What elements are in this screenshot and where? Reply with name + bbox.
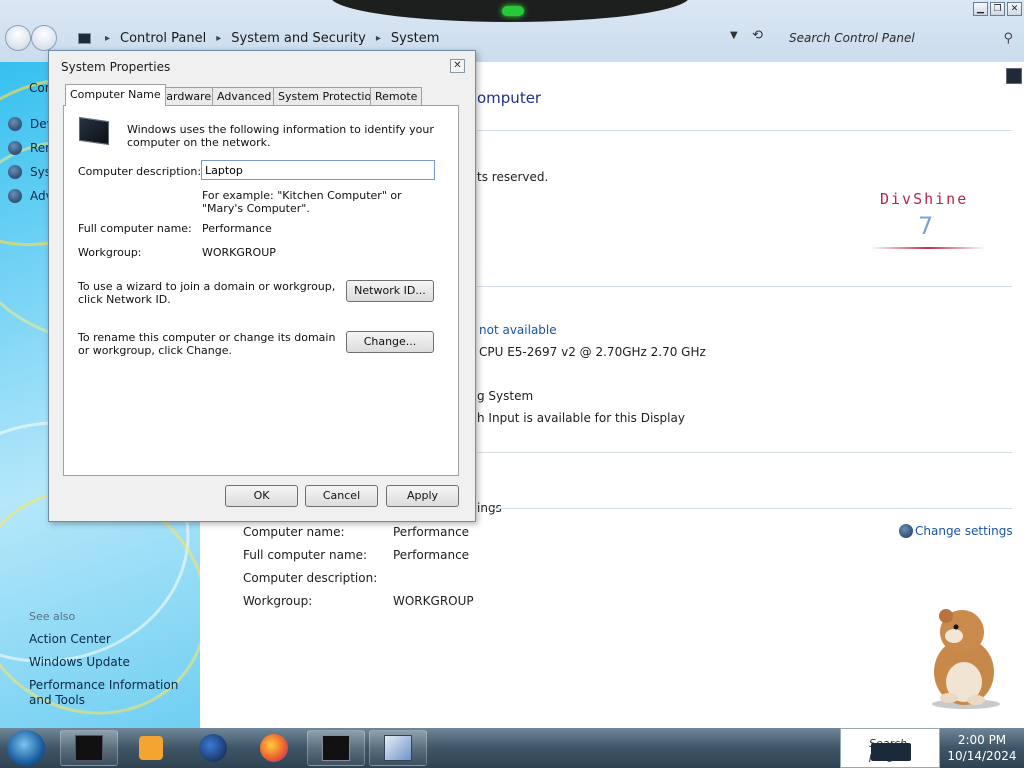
intro-text: Windows uses the following information t… (127, 123, 434, 149)
hamster-image (932, 609, 1000, 709)
tab-remote[interactable]: Remote (370, 87, 423, 105)
rename-text: To rename this computer or change its do… (78, 331, 336, 357)
breadcrumb-system-and-security[interactable]: System and Security (231, 31, 366, 46)
shield-icon (8, 117, 22, 131)
left-link-advanced-settings[interactable]: Adv (8, 189, 53, 203)
close-button[interactable]: ✕ (1007, 2, 1022, 16)
shield-icon (8, 141, 22, 155)
workgroup-value: WORKGROUP (393, 594, 474, 608)
workgroup-label: Workgroup: (78, 246, 142, 259)
forward-button[interactable] (31, 25, 57, 51)
full-computer-name-label: Full computer name: (243, 548, 368, 562)
taskbar-system-properties[interactable] (369, 730, 427, 766)
apply-button[interactable]: Apply (386, 485, 459, 507)
page-title: omputer (477, 89, 542, 107)
shield-icon (8, 189, 22, 203)
divider (477, 286, 1012, 287)
description-label: Computer description: (78, 165, 202, 178)
breadcrumb-control-panel[interactable]: Control Panel (120, 31, 206, 46)
monitor-icon (322, 735, 350, 761)
computer-name-value: Performance (393, 525, 470, 539)
full-name-label: Full computer name: (78, 222, 192, 235)
minimize-button[interactable]: ▁ (973, 2, 988, 16)
breadcrumb: ▸ Control Panel ▸ System and Security ▸ … (78, 28, 439, 48)
computer-name-label: Computer name: (243, 525, 345, 539)
taskbar-firefox[interactable] (245, 730, 303, 766)
left-pane-heading: Cor (29, 81, 50, 95)
ok-button[interactable]: OK (225, 485, 298, 507)
wallpaper-green-light (502, 6, 524, 16)
system-properties-icon (384, 735, 412, 761)
tab-computer-name[interactable]: Computer Name (65, 84, 166, 106)
link-windows-update[interactable]: Windows Update (29, 655, 130, 670)
computer-icon (75, 735, 103, 761)
tray-search-box[interactable]: Search progra (840, 728, 940, 768)
breadcrumb-system[interactable]: System (391, 31, 439, 46)
workgroup-value: WORKGROUP (202, 246, 276, 259)
oem-logo-underline (870, 247, 986, 249)
shield-icon (899, 524, 913, 538)
dialog-close-button[interactable]: ✕ (450, 59, 465, 73)
rating-link[interactable]: not available (479, 323, 557, 337)
taskbar-computer[interactable] (60, 730, 118, 766)
computer-icon (78, 32, 91, 44)
clock-time: 2:00 PM (957, 733, 1007, 747)
network-id-button[interactable]: Network ID... (346, 280, 434, 302)
refresh-icon[interactable]: ⟲ (752, 28, 763, 43)
example-text: For example: "Kitchen Computer" or "Mary… (202, 189, 402, 215)
tab-advanced[interactable]: Advanced (212, 87, 277, 105)
system-type-value: g System (477, 389, 534, 403)
divider (477, 130, 1012, 131)
copyright-text: ts reserved. (477, 170, 549, 184)
media-player-icon (139, 736, 163, 760)
address-dropdown-icon[interactable]: ▼ (730, 30, 738, 41)
shield-icon (8, 165, 22, 179)
see-also-heading: See also (29, 610, 76, 623)
link-performance-information[interactable]: Performance Information and Tools (29, 678, 194, 708)
network-icon[interactable] (871, 743, 911, 761)
left-link-device-manager[interactable]: Dev (8, 117, 54, 131)
clock[interactable]: 2:00 PM 10/14/2024 (940, 728, 1024, 768)
computer-description-label: Computer description: (243, 571, 378, 585)
clock-date: 10/14/2024 (947, 749, 1017, 763)
breadcrumb-separator[interactable]: ▸ (376, 33, 381, 44)
change-settings-link[interactable]: Change settings (899, 524, 1013, 538)
cancel-button[interactable]: Cancel (305, 485, 378, 507)
pen-touch-value: h Input is available for this Display (477, 411, 685, 425)
computer-description-field[interactable] (201, 160, 435, 180)
monitor-icon (79, 116, 109, 146)
taskbar-media-player[interactable] (122, 730, 180, 766)
change-button[interactable]: Change... (346, 331, 434, 353)
full-name-value: Performance (202, 222, 272, 235)
taskbar: Search progra 2:00 PM 10/14/2024 (0, 728, 1024, 768)
processor-value: CPU E5-2697 v2 @ 2.70GHz 2.70 GHz (479, 345, 706, 359)
breadcrumb-separator[interactable]: ▸ (105, 33, 110, 44)
globe-icon (199, 734, 227, 762)
workgroup-label: Workgroup: (243, 594, 313, 608)
dialog-title: System Properties (61, 60, 171, 74)
search-icon[interactable]: ⚲ (1003, 31, 1013, 46)
full-computer-name-value: Performance (393, 548, 470, 562)
taskbar-globe[interactable] (184, 730, 242, 766)
system-properties-dialog: System Properties ✕ Computer Name Hardwa… (48, 50, 476, 522)
start-button[interactable] (7, 730, 45, 766)
oem-logo-number: 7 (918, 212, 934, 240)
breadcrumb-separator[interactable]: ▸ (216, 33, 221, 44)
help-icon[interactable] (1006, 68, 1022, 84)
tab-system-protection[interactable]: System Protection (273, 87, 384, 105)
search-placeholder: Search Control Panel (789, 31, 915, 45)
firefox-icon (260, 734, 288, 762)
divider (477, 452, 1012, 453)
network-id-text: To use a wizard to join a domain or work… (78, 280, 336, 306)
oem-logo-text: DivShine (880, 190, 969, 208)
divider (490, 508, 1012, 509)
back-button[interactable] (5, 25, 31, 51)
link-action-center[interactable]: Action Center (29, 632, 111, 647)
left-link-remote-settings[interactable]: Ren (8, 141, 53, 155)
search-input[interactable]: Search Control Panel ⚲ (781, 27, 1021, 49)
maximize-button[interactable]: ❐ (990, 2, 1005, 16)
taskbar-monitor[interactable] (307, 730, 365, 766)
